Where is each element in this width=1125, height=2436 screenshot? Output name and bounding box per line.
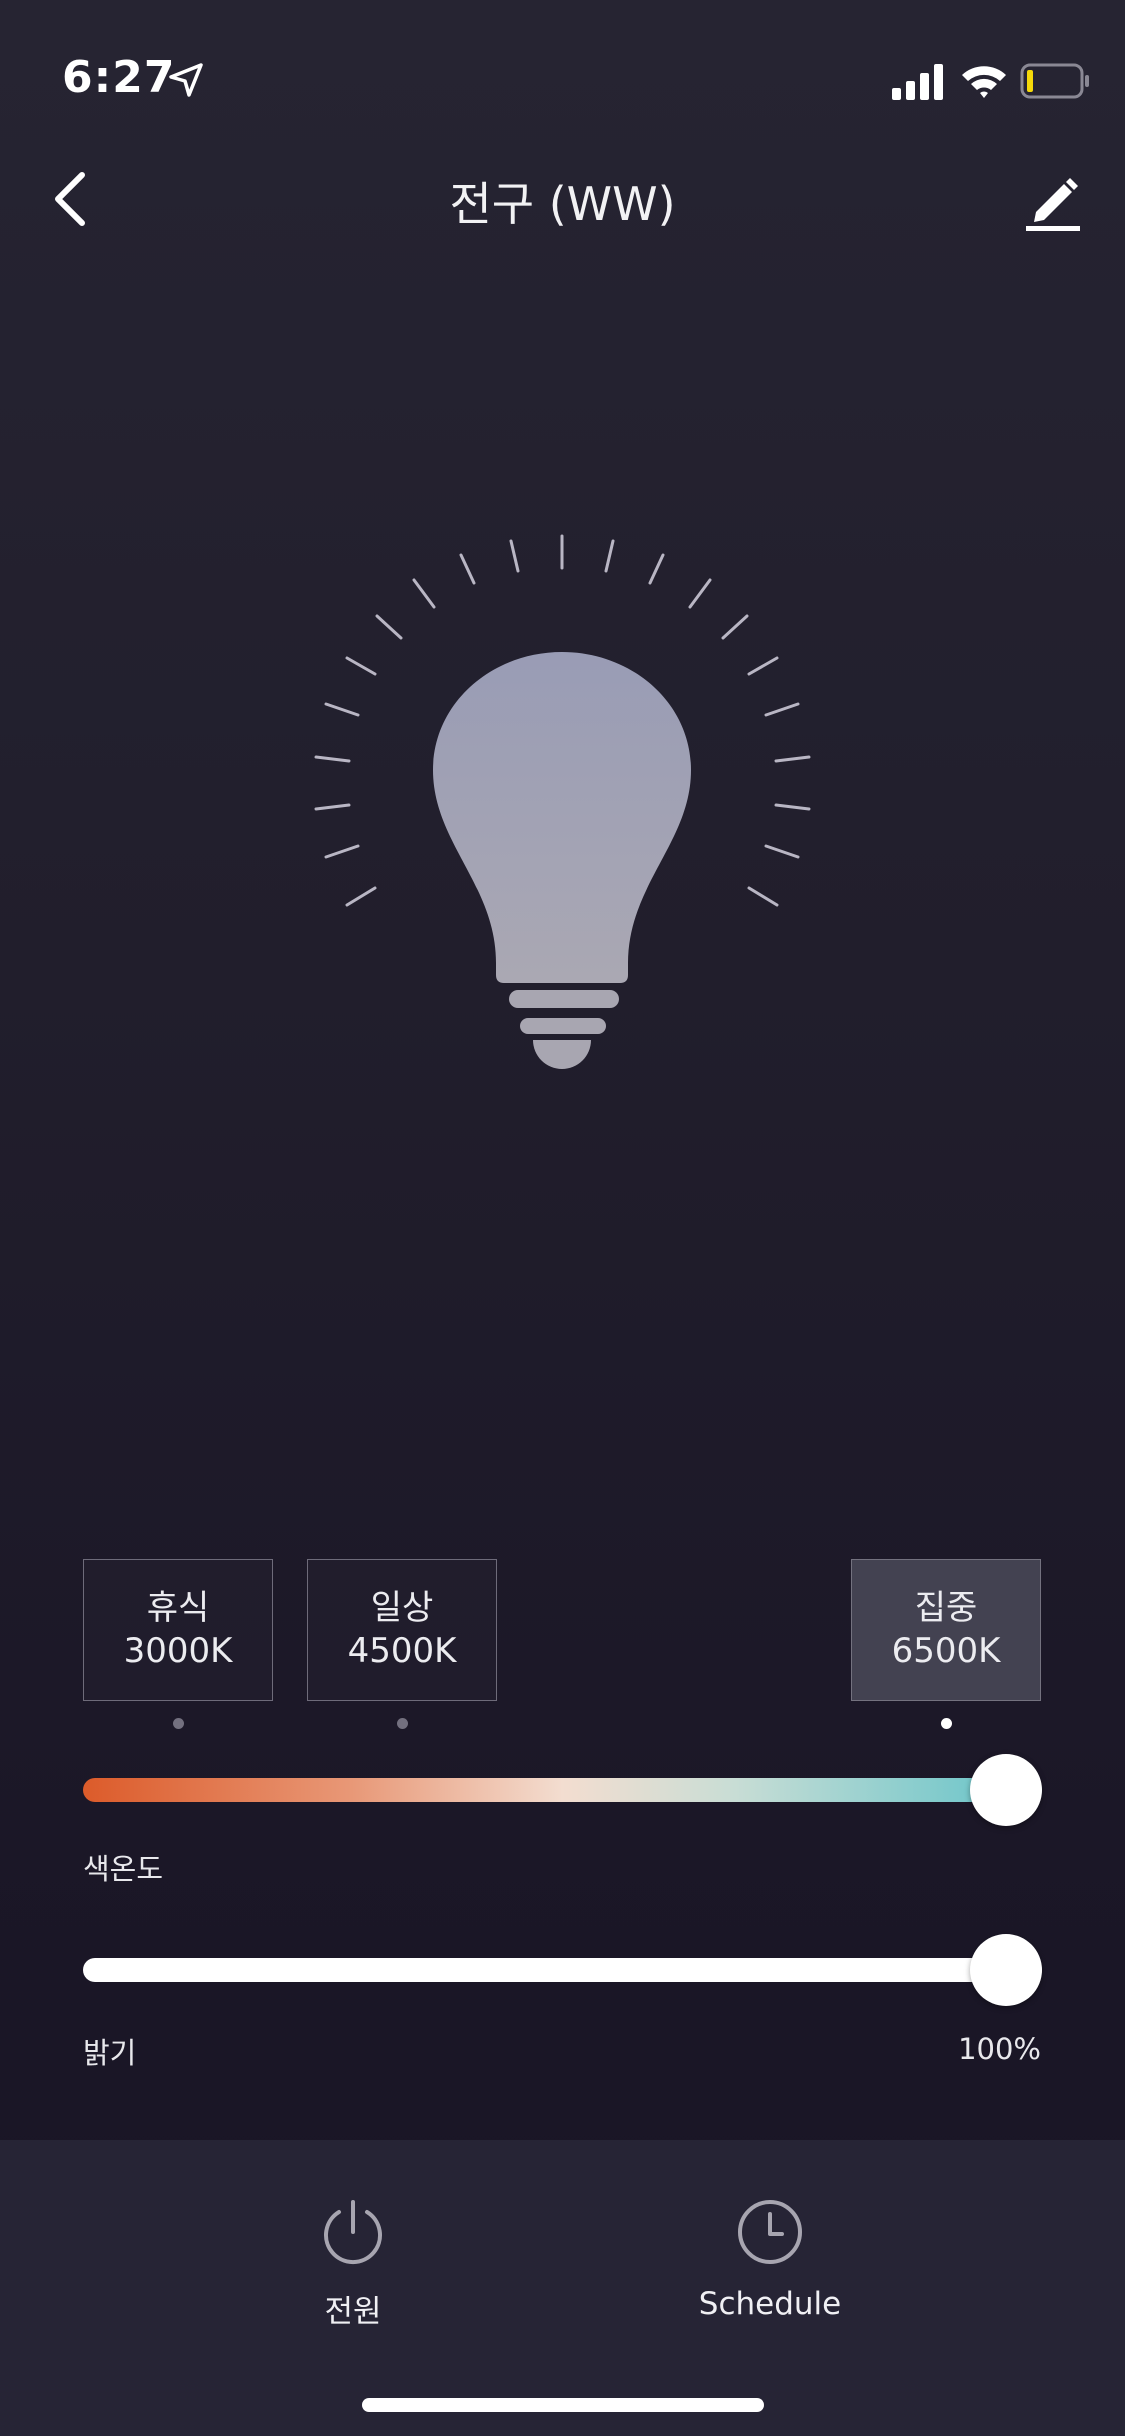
battery-icon	[1020, 63, 1089, 99]
preset-name: 일상	[370, 1588, 434, 1628]
preset-daily-button[interactable]: 일상 4500K	[307, 1559, 497, 1701]
clock-icon	[738, 2200, 802, 2264]
color-temperature-slider-track[interactable]	[83, 1778, 1042, 1802]
edit-pencil-icon	[1026, 178, 1080, 231]
power-tab-button[interactable]: 전원	[233, 2198, 473, 2331]
preset-temp: 6500K	[891, 1631, 1001, 1671]
edit-button[interactable]	[1022, 170, 1082, 234]
preset-rest-button[interactable]: 휴식 3000K	[83, 1559, 273, 1701]
status-time: 6:27	[62, 52, 176, 103]
preset-indicator-dot-active	[941, 1718, 952, 1729]
schedule-tab-label: Schedule	[698, 2286, 842, 2322]
light-bulb-icon	[314, 534, 811, 1069]
wifi-icon	[962, 66, 1006, 98]
brightness-label: 밝기	[83, 2036, 137, 2070]
home-indicator[interactable]	[362, 2398, 764, 2412]
color-temperature-slider-thumb[interactable]	[970, 1754, 1042, 1826]
schedule-tab-button[interactable]: Schedule	[650, 2198, 890, 2322]
bottom-tab-bar	[0, 2140, 1125, 2436]
location-arrow-icon	[169, 63, 203, 97]
preset-temp: 4500K	[347, 1631, 457, 1671]
page-title: 전구 (WW)	[449, 177, 676, 231]
preset-focus-button[interactable]: 집중 6500K	[851, 1559, 1041, 1701]
preset-indicator-dot	[397, 1718, 408, 1729]
preset-temp: 3000K	[123, 1631, 233, 1671]
power-tab-label: 전원	[324, 2294, 382, 2330]
power-icon	[324, 2200, 382, 2265]
preset-name: 집중	[914, 1588, 978, 1628]
color-temperature-label: 색온도	[83, 1852, 164, 1886]
preset-indicator-dot	[173, 1718, 184, 1729]
brightness-value: 100%	[958, 2032, 1041, 2066]
brightness-slider-track[interactable]	[83, 1958, 1042, 1982]
brightness-slider-thumb[interactable]	[970, 1934, 1042, 2006]
cellular-signal-icon	[892, 64, 943, 100]
preset-name: 휴식	[146, 1588, 210, 1628]
